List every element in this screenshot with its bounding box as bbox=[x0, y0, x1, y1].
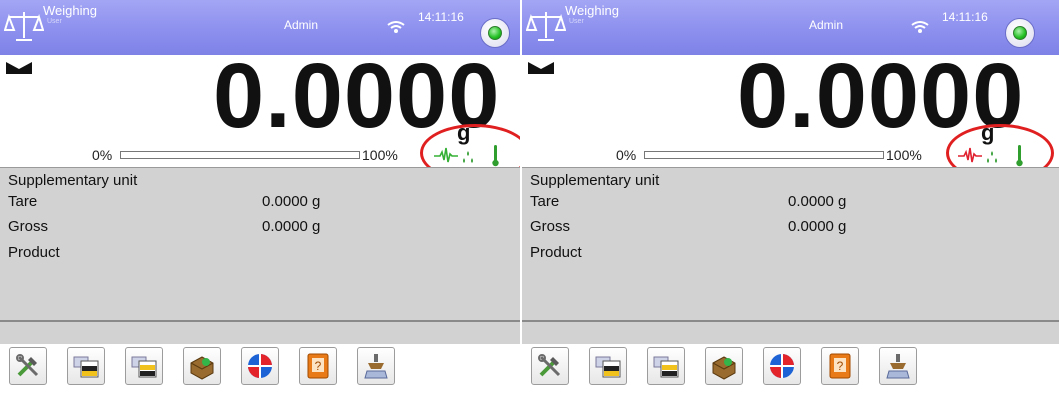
stable-icon bbox=[528, 62, 554, 74]
load-bar-min-label: 0% bbox=[92, 147, 113, 163]
tools-button[interactable] bbox=[531, 347, 569, 385]
product-icon bbox=[190, 356, 214, 380]
info-area: Supplementary unit Tare 0.0000 g Gross 0… bbox=[0, 167, 520, 321]
wifi-icon bbox=[911, 21, 929, 33]
load-bar-max-label: 100% bbox=[362, 147, 398, 163]
info-value-tare: 0.0000 g bbox=[788, 193, 847, 210]
weighing-icon bbox=[364, 354, 388, 379]
print-header-icon bbox=[73, 356, 99, 378]
info-label-tare: Tare bbox=[530, 193, 560, 210]
calibration-icon bbox=[770, 354, 794, 378]
tools-button[interactable] bbox=[9, 347, 47, 385]
print-footer-button[interactable] bbox=[647, 347, 685, 385]
app-title: Weighing bbox=[43, 3, 97, 18]
user-name[interactable]: Admin bbox=[284, 18, 318, 32]
status-led-icon[interactable] bbox=[1005, 18, 1035, 48]
tools-icon bbox=[538, 354, 561, 377]
balance-screen-right: Weighing User Admin 14:11:16 0.0000 g 0%… bbox=[522, 0, 1059, 394]
weighing-button[interactable] bbox=[357, 347, 395, 385]
balance-icon[interactable] bbox=[526, 8, 566, 44]
balance-screen-left: Weighing User Admin 14:11:16 0.0000 g 0%… bbox=[0, 0, 520, 394]
info-label-supplementary-unit: Supplementary unit bbox=[8, 172, 138, 189]
product-button[interactable] bbox=[705, 347, 743, 385]
load-bar bbox=[120, 151, 360, 159]
load-bar-max-label: 100% bbox=[886, 147, 922, 163]
help-button[interactable]: ? bbox=[821, 347, 859, 385]
product-icon bbox=[712, 356, 736, 380]
weighing-button[interactable] bbox=[879, 347, 917, 385]
info-label-gross: Gross bbox=[530, 218, 571, 235]
info-label-supplementary-unit: Supplementary unit bbox=[530, 172, 660, 189]
print-header-button[interactable] bbox=[67, 347, 105, 385]
info-value-gross: 0.0000 g bbox=[788, 218, 847, 235]
balance-icon[interactable] bbox=[4, 8, 44, 44]
print-footer-icon bbox=[131, 356, 157, 378]
print-footer-button[interactable] bbox=[125, 347, 163, 385]
help-button[interactable]: ? bbox=[299, 347, 337, 385]
app-title: Weighing bbox=[565, 3, 619, 18]
lower-strip bbox=[522, 322, 1059, 344]
clock: 14:11:16 bbox=[418, 10, 464, 24]
weighing-icon bbox=[886, 354, 910, 379]
tools-icon bbox=[16, 354, 39, 377]
info-value-tare: 0.0000 g bbox=[262, 193, 321, 210]
svg-text:?: ? bbox=[315, 359, 322, 373]
info-label-tare: Tare bbox=[8, 193, 38, 210]
help-icon: ? bbox=[829, 353, 851, 379]
info-value-gross: 0.0000 g bbox=[262, 218, 321, 235]
stable-icon bbox=[6, 62, 32, 74]
wifi-icon bbox=[387, 21, 405, 33]
info-label-gross: Gross bbox=[8, 218, 49, 235]
load-bar-min-label: 0% bbox=[616, 147, 637, 163]
svg-text:?: ? bbox=[837, 359, 844, 373]
print-footer-icon bbox=[653, 356, 679, 378]
info-label-product: Product bbox=[530, 244, 582, 261]
calibration-icon bbox=[248, 354, 272, 378]
calibration-button[interactable] bbox=[763, 347, 801, 385]
clock: 14:11:16 bbox=[942, 10, 988, 24]
info-label-product: Product bbox=[8, 244, 60, 261]
product-button[interactable] bbox=[183, 347, 221, 385]
help-icon: ? bbox=[307, 353, 329, 379]
status-led-icon[interactable] bbox=[480, 18, 510, 48]
app-subtitle: User bbox=[47, 18, 62, 25]
print-header-button[interactable] bbox=[589, 347, 627, 385]
load-bar bbox=[644, 151, 884, 159]
print-header-icon bbox=[595, 356, 621, 378]
lower-strip bbox=[0, 322, 520, 344]
user-name[interactable]: Admin bbox=[809, 18, 843, 32]
info-area: Supplementary unit Tare 0.0000 g Gross 0… bbox=[522, 167, 1059, 321]
calibration-button[interactable] bbox=[241, 347, 279, 385]
app-subtitle: User bbox=[569, 18, 584, 25]
